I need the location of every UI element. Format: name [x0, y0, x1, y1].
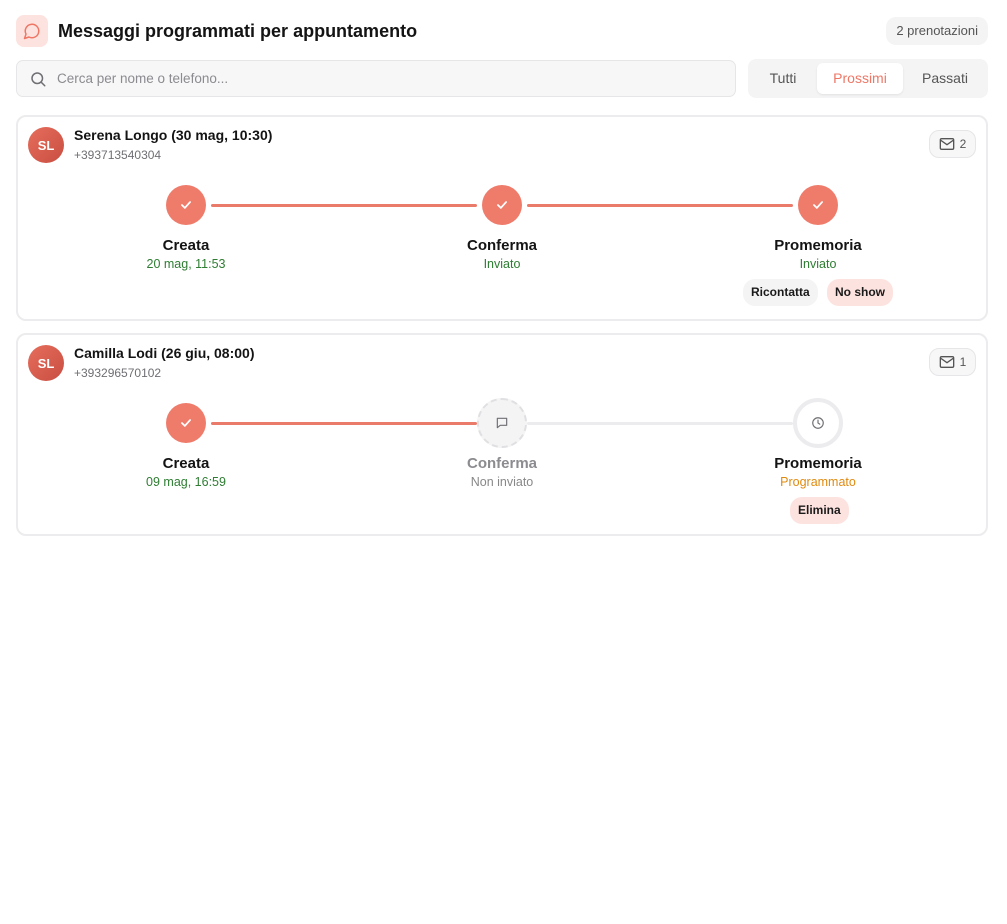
- search-icon: [31, 72, 46, 87]
- booking-card: SL Serena Longo (30 mag, 10:30) +3937135…: [16, 115, 988, 321]
- check-icon: [181, 419, 191, 427]
- step-status: 20 mag, 11:53: [146, 257, 226, 271]
- step-connector: [211, 204, 477, 207]
- step-status: Inviato: [799, 257, 837, 271]
- step-scheduled-circle: [793, 398, 843, 448]
- avatar: SL: [28, 127, 64, 163]
- step-status: Non inviato: [470, 475, 534, 489]
- step-connector: [527, 422, 793, 425]
- search-box: [16, 60, 736, 97]
- step-done-circle: [166, 403, 206, 443]
- step-pending-circle: [477, 398, 527, 448]
- step-status: 09 mag, 16:59: [146, 475, 226, 489]
- check-icon: [497, 201, 507, 209]
- check-icon: [813, 201, 823, 209]
- step-connector: [211, 422, 477, 425]
- step-label-conferma: Conferma: [466, 455, 537, 472]
- page-header: Messaggi programmati per appuntamento 2 …: [16, 15, 988, 47]
- mail-icon: [939, 356, 954, 368]
- filter-tabs: Tutti Prossimi Passati: [748, 59, 988, 98]
- check-icon: [181, 201, 191, 209]
- step-done-circle: [482, 185, 522, 225]
- recontact-button[interactable]: Ricontatta: [743, 279, 818, 306]
- delete-button[interactable]: Elimina: [790, 497, 849, 524]
- mail-icon: [939, 138, 954, 150]
- message-count-badge[interactable]: 1: [929, 348, 976, 376]
- tab-passati[interactable]: Passati: [908, 63, 982, 94]
- step-status: Programmato: [780, 475, 856, 489]
- chat-bubble-icon: [16, 15, 48, 47]
- step-label-promemoria: Promemoria: [774, 455, 862, 472]
- message-count: 1: [959, 355, 967, 369]
- bookings-count-badge: 2 prenotazioni: [886, 17, 988, 45]
- message-count-badge[interactable]: 2: [929, 130, 976, 158]
- step-label-creata: Creata: [162, 237, 210, 254]
- step-done-circle: [166, 185, 206, 225]
- tab-tutti[interactable]: Tutti: [752, 63, 814, 94]
- step-label-creata: Creata: [162, 455, 210, 472]
- customer-phone: +393296570102: [74, 366, 162, 380]
- no-show-button[interactable]: No show: [827, 279, 893, 306]
- clock-icon: [812, 417, 824, 429]
- customer-name: Serena Longo (30 mag, 10:30): [74, 127, 273, 143]
- step-connector: [527, 204, 793, 207]
- tab-prossimi[interactable]: Prossimi: [817, 63, 903, 94]
- customer-name: Camilla Lodi (26 giu, 08:00): [74, 345, 255, 361]
- step-label-promemoria: Promemoria: [774, 237, 862, 254]
- message-icon: [496, 417, 508, 429]
- booking-card: SL Camilla Lodi (26 giu, 08:00) +3932965…: [16, 333, 988, 536]
- search-input[interactable]: [57, 61, 727, 96]
- page-title: Messaggi programmati per appuntamento: [58, 21, 418, 41]
- step-label-conferma: Conferma: [466, 237, 537, 254]
- avatar: SL: [28, 345, 64, 381]
- customer-phone: +393713540304: [74, 148, 162, 162]
- step-status: Inviato: [483, 257, 521, 271]
- message-count: 2: [959, 137, 967, 151]
- step-done-circle: [798, 185, 838, 225]
